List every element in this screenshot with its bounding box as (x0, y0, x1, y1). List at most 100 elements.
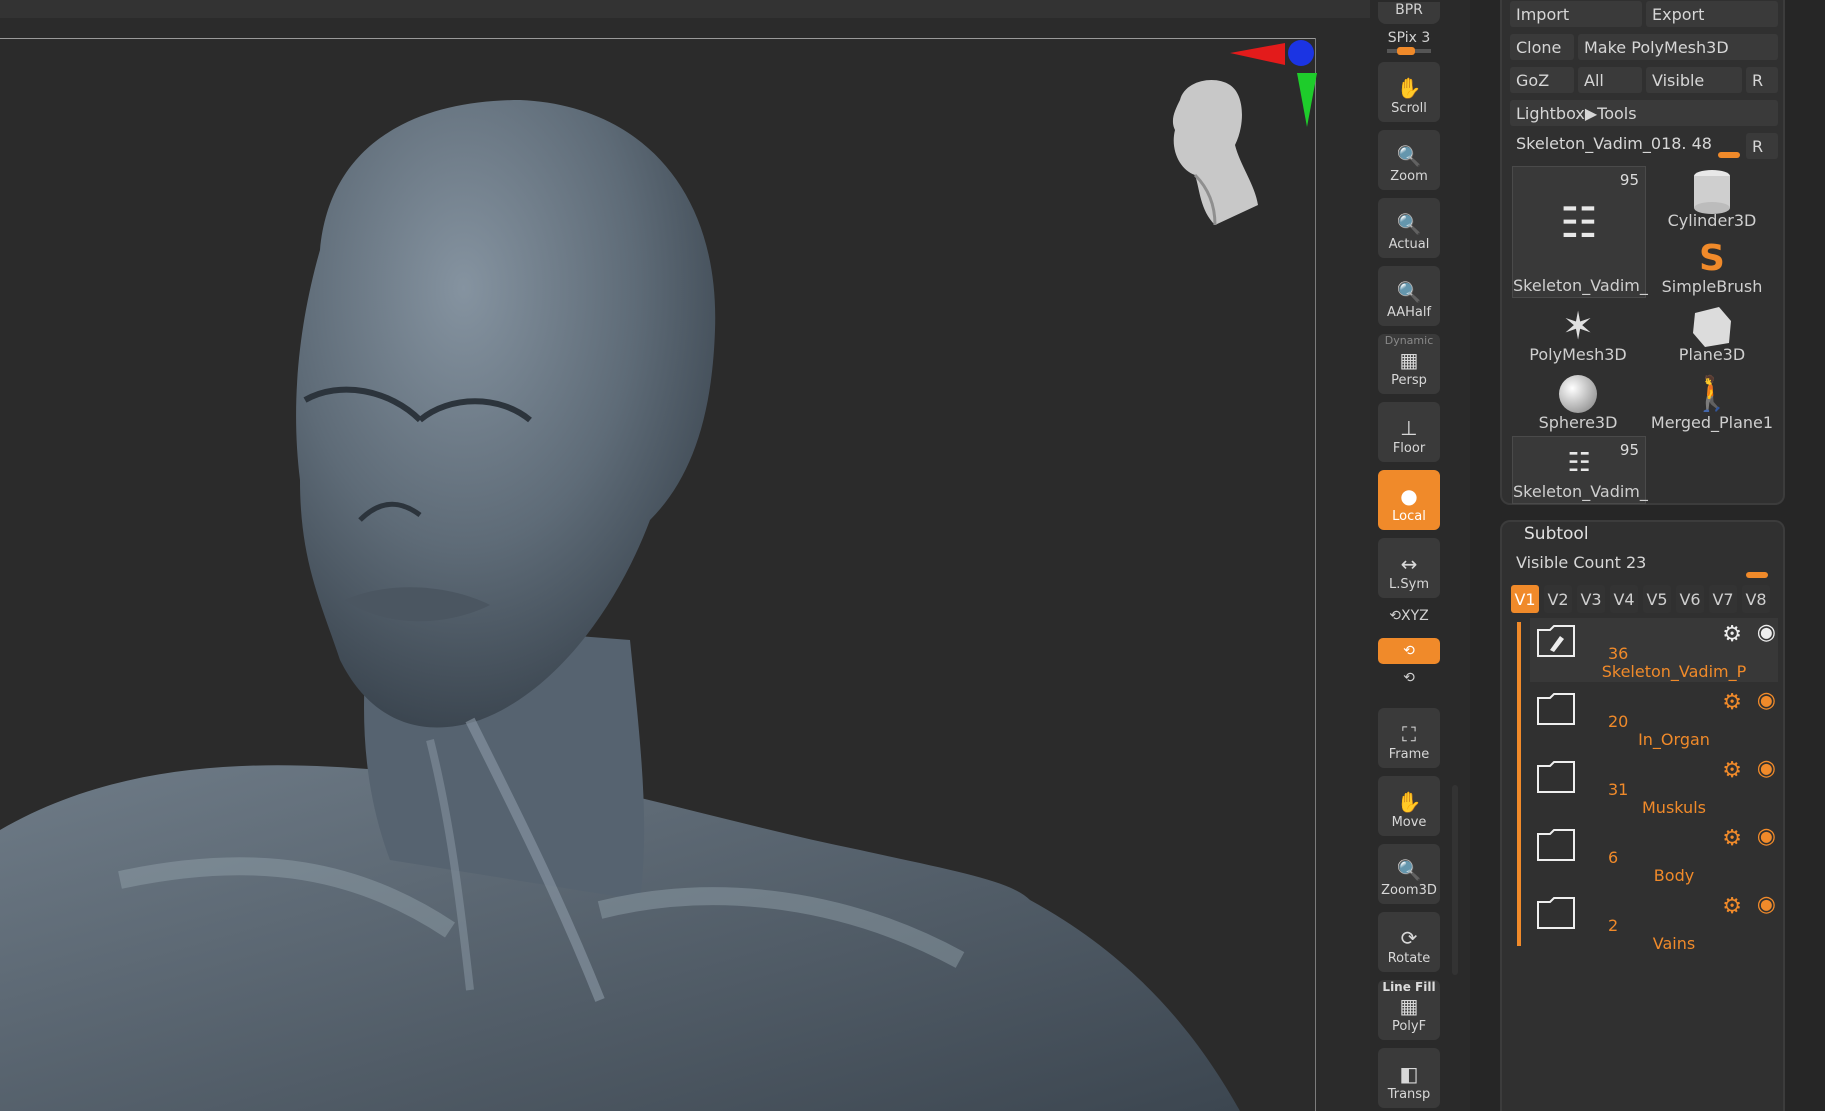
tab-v3[interactable]: V3 (1577, 585, 1605, 613)
eye-icon[interactable]: ◉ (1757, 892, 1776, 917)
local-button[interactable]: ● Local (1378, 470, 1440, 530)
eye-icon[interactable]: ◉ (1757, 688, 1776, 713)
tab-v6[interactable]: V6 (1676, 585, 1704, 613)
tab-v7[interactable]: V7 (1709, 585, 1737, 613)
persp-button[interactable]: Dynamic ▦ Persp (1378, 334, 1440, 394)
scroll-button[interactable]: ✋ Scroll (1378, 62, 1440, 122)
aahalf-button[interactable]: 🔍 AAHalf (1378, 266, 1440, 326)
gear-icon[interactable]: ⚙ (1722, 826, 1742, 851)
bpr-button[interactable]: BPR (1378, 2, 1440, 24)
subtool-row-skeleton-vadim-p[interactable]: 36 Skeleton_Vadim_P ⚙ ◉ (1530, 618, 1778, 682)
eye-icon[interactable]: ◉ (1757, 620, 1776, 645)
subtool-row-vains[interactable]: 2 Vains ⚙ ◉ (1530, 890, 1778, 954)
goz-all-button[interactable]: All (1578, 67, 1642, 93)
export-button[interactable]: Export (1646, 1, 1778, 27)
gear-icon[interactable]: ⚙ (1722, 758, 1742, 783)
gear-icon[interactable]: ⚙ (1722, 622, 1742, 647)
eye-icon[interactable]: ◉ (1757, 824, 1776, 849)
current-tool-slider[interactable]: Skeleton_Vadim_018. 48 (1510, 130, 1742, 158)
frame-icon: ⛶ (1402, 722, 1416, 746)
y-rotation-button[interactable]: ⟲ (1378, 638, 1440, 664)
make-polymesh-button[interactable]: Make PolyMesh3D (1578, 34, 1778, 60)
move-button[interactable]: ✋ Move (1378, 776, 1440, 836)
tab-v4[interactable]: V4 (1610, 585, 1638, 613)
r-label: R (1752, 70, 1764, 90)
subtool-row-name: In_Organ (1638, 730, 1710, 749)
tool-tile-sphere3d[interactable]: Sphere3D (1512, 368, 1644, 434)
bpr-label: BPR (1395, 2, 1423, 18)
lightbox-tools-button[interactable]: Lightbox▶Tools (1510, 100, 1778, 126)
tool-tile-label: Cylinder3D (1667, 211, 1757, 230)
floor-button[interactable]: ⊥ Floor (1378, 402, 1440, 462)
tool-tile-simplebrush[interactable]: S SimpleBrush (1646, 232, 1778, 298)
zoom3d-button[interactable]: 🔍 Zoom3D (1378, 844, 1440, 904)
zoom-button[interactable]: 🔍 Zoom (1378, 130, 1440, 190)
rotate-button[interactable]: ⟳ Rotate (1378, 912, 1440, 972)
lsym-button[interactable]: ↔ L.Sym (1378, 538, 1440, 598)
shelf-scrollbar[interactable] (1452, 785, 1458, 975)
tab-v1[interactable]: V1 (1511, 585, 1539, 613)
pencil-folder-icon (1536, 624, 1576, 658)
current-tool-label: Skeleton_Vadim_018. 48 (1516, 133, 1712, 153)
subtool-row-muskuls[interactable]: 31 Muskuls ⚙ ◉ (1530, 754, 1778, 818)
linefill-label: Line Fill (1382, 980, 1436, 994)
tool-tile-plane3d[interactable]: Plane3D (1646, 300, 1778, 366)
tool-tile-label: Sphere3D (1538, 413, 1618, 432)
rotate-label: Rotate (1387, 951, 1431, 966)
tool-tile-label: Plane3D (1678, 345, 1746, 364)
tool-tile-skeleton-vadim[interactable]: 95 ☷ Skeleton_Vadim_ (1512, 166, 1648, 298)
spix-slider[interactable]: SPix 3 (1378, 30, 1440, 55)
3d-viewport[interactable] (0, 0, 1370, 1111)
folder-icon (1536, 828, 1576, 862)
goz-button[interactable]: GoZ (1510, 67, 1574, 93)
goz-r-button[interactable]: R (1746, 67, 1778, 93)
subtool-row-in-organ[interactable]: 20 In_Organ ⚙ ◉ (1530, 686, 1778, 750)
xyz-rotation-button[interactable]: ⟲XYZ (1378, 608, 1440, 624)
hand-icon: ✋ (1396, 790, 1422, 814)
spix-track[interactable] (1387, 47, 1431, 55)
frame-button[interactable]: ⛶ Frame (1378, 708, 1440, 768)
subtool-row-count: 36 (1608, 644, 1629, 663)
subtool-row-body[interactable]: 6 Body ⚙ ◉ (1530, 822, 1778, 886)
tab-v8[interactable]: V8 (1742, 585, 1770, 613)
subtool-list-bar (1517, 622, 1521, 946)
actual-button[interactable]: 🔍 Actual (1378, 198, 1440, 258)
tool-tile-label: Merged_Plane1 (1650, 413, 1774, 432)
anatomy-model[interactable] (0, 0, 1315, 1111)
tool-tile-skeleton-vadim-2[interactable]: 95 ☷ Skeleton_Vadim_ (1512, 436, 1648, 504)
transp-button[interactable]: ◧ Transp (1378, 1048, 1440, 1108)
subtool-row-count: 31 (1608, 780, 1629, 799)
subtool-title[interactable]: Subtool (1524, 524, 1589, 544)
tool-tile-merged-plane1[interactable]: 🚶 Merged_Plane1 (1646, 368, 1778, 434)
gear-icon[interactable]: ⚙ (1722, 894, 1742, 919)
magnifier-icon: 🔍 (1396, 858, 1422, 882)
make-polymesh-label: Make PolyMesh3D (1584, 37, 1729, 57)
polyf-button[interactable]: Line Fill ▦ PolyF (1378, 980, 1440, 1040)
lightbox-label: Lightbox▶Tools (1516, 103, 1637, 123)
subtool-row-name: Skeleton_Vadim_P (1601, 662, 1747, 681)
spix-handle[interactable] (1397, 47, 1415, 55)
tool-tile-label: Skeleton_Vadim_ (1513, 482, 1648, 501)
local-label: Local (1392, 509, 1426, 524)
tab-label: V1 (1514, 589, 1536, 609)
import-label: Import (1516, 4, 1570, 24)
clone-button[interactable]: Clone (1510, 34, 1574, 60)
tab-v5[interactable]: V5 (1643, 585, 1671, 613)
visible-count-slider[interactable]: Visible Count 23 (1510, 550, 1778, 578)
tool-tile-cylinder3d[interactable]: Cylinder3D (1646, 166, 1778, 232)
gear-icon[interactable]: ⚙ (1722, 690, 1742, 715)
z-rotation-button[interactable]: ⟲ (1378, 670, 1440, 686)
lsym-label: L.Sym (1389, 577, 1429, 592)
plane-icon (1646, 304, 1778, 348)
axis-gizmo[interactable] (1225, 35, 1320, 135)
visible-count-slider-handle[interactable] (1746, 572, 1768, 578)
tool-tile-polymesh3d[interactable]: ✶ PolyMesh3D (1512, 300, 1644, 366)
goz-visible-button[interactable]: Visible (1646, 67, 1742, 93)
scroll-label: Scroll (1391, 101, 1427, 116)
current-tool-slider-handle[interactable] (1718, 152, 1740, 158)
tab-v2[interactable]: V2 (1544, 585, 1572, 613)
current-tool-r-button[interactable]: R (1746, 133, 1778, 159)
import-button[interactable]: Import (1510, 1, 1642, 27)
eye-icon[interactable]: ◉ (1757, 756, 1776, 781)
subtool-row-name: Muskuls (1642, 798, 1706, 817)
